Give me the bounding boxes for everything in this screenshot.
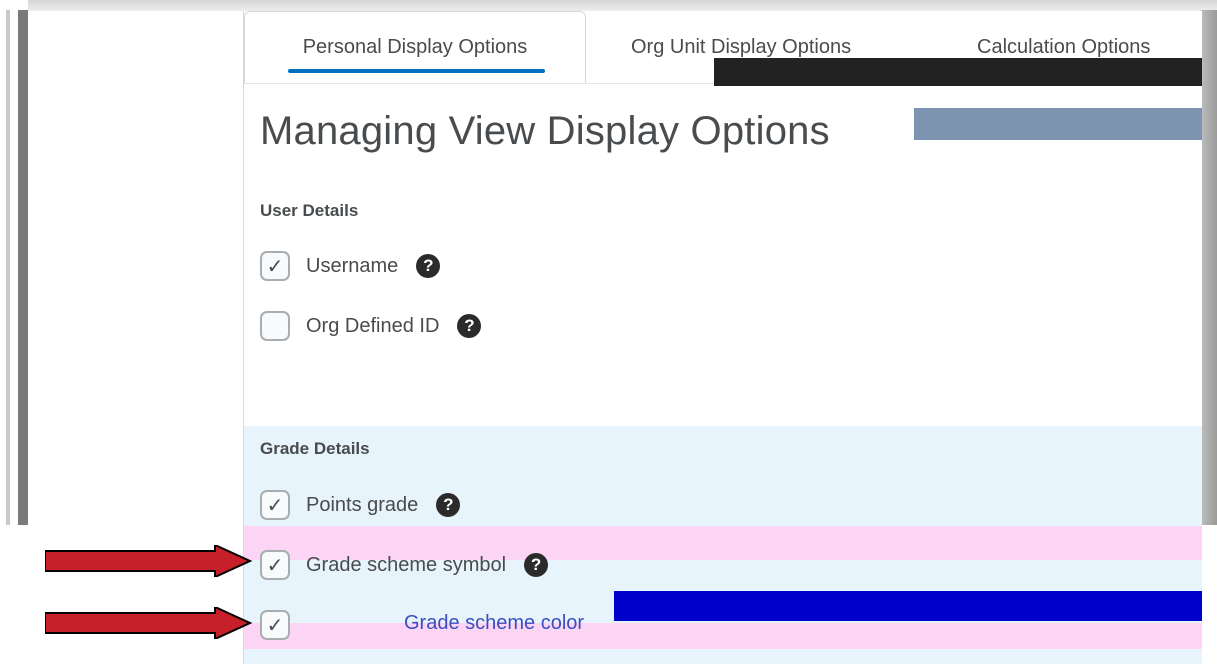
option-label: Grade scheme color bbox=[404, 612, 585, 634]
question-circle-icon[interactable]: ? bbox=[416, 254, 441, 278]
image-artifact bbox=[714, 58, 1202, 86]
grade-scheme-symbol-checkbox[interactable]: ✓ bbox=[260, 550, 290, 580]
page-title: Managing View Display Options bbox=[260, 109, 830, 153]
red-arrow-icon bbox=[45, 607, 253, 639]
grade-scheme-color-checkbox[interactable]: ✓ bbox=[260, 610, 290, 640]
image-artifact bbox=[244, 623, 1202, 649]
window-top-edge bbox=[0, 0, 1217, 11]
display-options-panel: Personal Display Options Org Unit Displa… bbox=[243, 11, 1202, 664]
tab-personal-display-options[interactable]: Personal Display Options bbox=[244, 11, 586, 83]
option-username: ✓ Username ? bbox=[260, 249, 441, 283]
option-grade-scheme-color: ✓ bbox=[260, 608, 290, 642]
question-circle-icon[interactable]: ? bbox=[457, 314, 482, 338]
tab-bar: Personal Display Options Org Unit Displa… bbox=[244, 11, 1202, 86]
option-points-grade: ✓ Points grade ? bbox=[260, 488, 461, 522]
option-label: Grade scheme symbol bbox=[306, 553, 507, 576]
tab-label: Calculation Options bbox=[977, 35, 1151, 58]
user-details-heading: User Details bbox=[260, 201, 359, 220]
option-org-defined-id: Org Defined ID ? bbox=[260, 309, 482, 343]
option-label: Username bbox=[306, 254, 399, 277]
option-label: Org Defined ID bbox=[306, 314, 440, 337]
window-right-edge bbox=[1201, 10, 1217, 525]
image-artifact bbox=[914, 108, 1202, 140]
active-tab-indicator bbox=[288, 69, 545, 73]
check-icon: ✓ bbox=[266, 554, 284, 577]
org-defined-id-checkbox[interactable] bbox=[260, 311, 290, 341]
points-grade-checkbox[interactable]: ✓ bbox=[260, 490, 290, 520]
tab-label: Org Unit Display Options bbox=[631, 35, 852, 58]
option-grade-scheme-symbol: ✓ Grade scheme symbol ? bbox=[260, 548, 549, 582]
window-left-edge bbox=[0, 0, 28, 525]
check-icon: ✓ bbox=[266, 494, 284, 517]
check-icon: ✓ bbox=[266, 614, 284, 637]
question-circle-icon[interactable]: ? bbox=[436, 493, 461, 517]
tab-label: Personal Display Options bbox=[302, 36, 528, 58]
question-circle-icon[interactable]: ? bbox=[524, 553, 549, 577]
grade-details-heading: Grade Details bbox=[260, 439, 370, 458]
option-label: Points grade bbox=[306, 493, 419, 516]
red-arrow-icon bbox=[45, 545, 253, 577]
check-icon: ✓ bbox=[266, 255, 284, 278]
image-artifact bbox=[614, 591, 1202, 621]
username-checkbox[interactable]: ✓ bbox=[260, 251, 290, 281]
